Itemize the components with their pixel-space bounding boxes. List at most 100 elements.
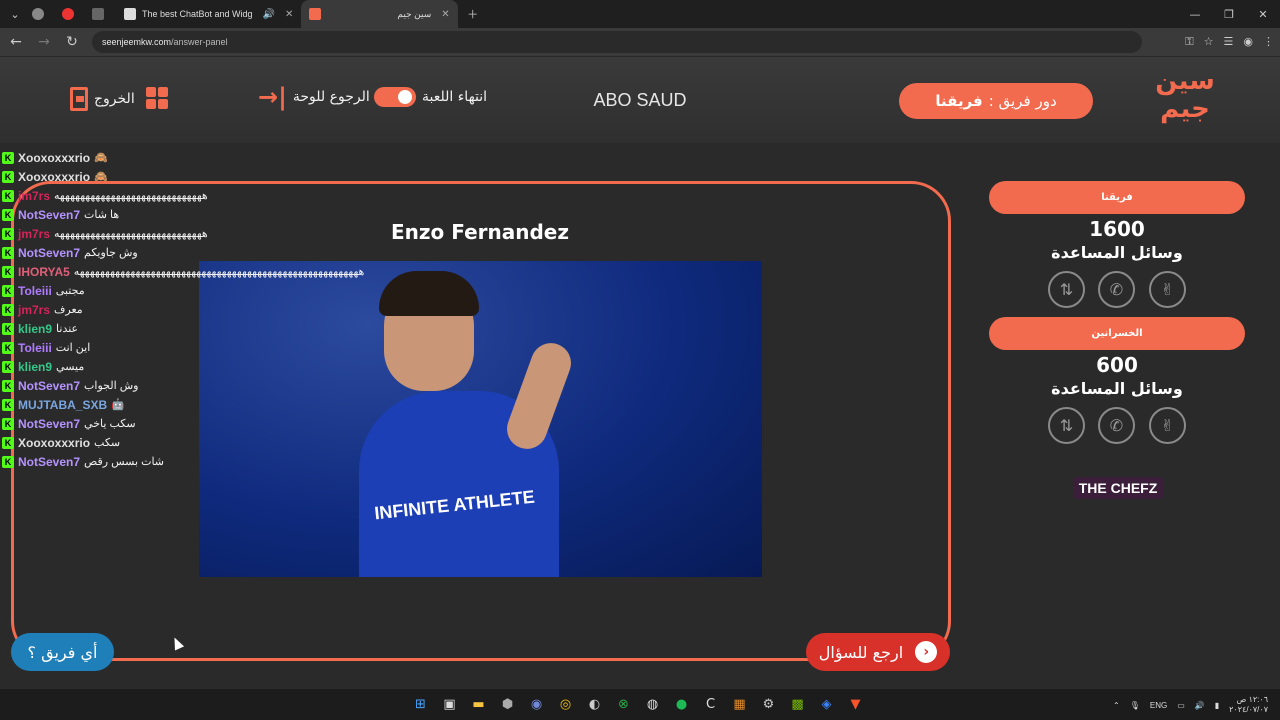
team-score: 1600 xyxy=(1089,217,1145,241)
app-icon-2[interactable]: ▦ xyxy=(727,693,752,716)
app-header: سين جيم دور فريق : فريقنا ABO SAUD انتها… xyxy=(0,57,1280,143)
chat-username: klien9 xyxy=(18,321,53,336)
chat-username: NotSeven7 xyxy=(18,378,81,393)
tray-chevron-icon[interactable]: ⌃ xyxy=(1113,701,1120,710)
chat-text: وش الجواب xyxy=(84,380,139,392)
chat-message: K Toleiii اين انت xyxy=(2,338,562,357)
file-explorer-icon[interactable]: ▬ xyxy=(466,693,491,716)
tab-seenjeem[interactable]: سين جيم ✕ xyxy=(301,0,458,28)
back-to-question-label: ارجع للسؤال xyxy=(818,642,904,662)
url-host: seenjeemkw.com xyxy=(102,37,172,47)
exit-button[interactable]: الخروج xyxy=(70,87,135,111)
media-queue-icon[interactable]: ☰ xyxy=(1224,35,1234,49)
two-answers-aid-icon[interactable]: ✌ xyxy=(1149,271,1186,308)
discord-icon[interactable]: ◉ xyxy=(524,693,549,716)
clock-date: ٢٠٢٤/٠٧/٠٧ xyxy=(1229,705,1268,714)
seenjeem-logo: سين جيم xyxy=(1155,66,1215,124)
bookmark-star-icon[interactable]: ☆ xyxy=(1204,35,1214,49)
chat-text: ها شات xyxy=(84,209,120,221)
back-to-board-button[interactable]: →| الرجوع للوحة xyxy=(258,85,370,109)
browser-tab-strip: ⌄ The best ChatBot and Widg 🔊 ✕ سين جيم … xyxy=(0,0,1280,28)
volume-icon[interactable]: 🔊 xyxy=(1195,701,1205,710)
tab-title: The best ChatBot and Widg xyxy=(142,9,253,19)
chat-text: 🙈 xyxy=(94,171,108,183)
back-to-question-button[interactable]: ارجع للسؤال › xyxy=(806,633,950,671)
speaker-icon[interactable]: 🔊 xyxy=(263,9,275,20)
menu-kebab-icon[interactable]: ⋮ xyxy=(1263,35,1274,49)
pinned-tab-2[interactable] xyxy=(56,0,86,28)
board-grid-button[interactable] xyxy=(146,87,168,109)
chat-text: شات بسس رقص xyxy=(84,456,165,468)
player-name: ABO SAUD xyxy=(593,90,687,110)
swap-aid-icon[interactable]: ⇅ xyxy=(1048,407,1085,444)
spotify-icon[interactable]: ● xyxy=(669,693,694,716)
end-game-button[interactable]: انتهاء اللعبة xyxy=(374,87,487,107)
store-icon[interactable]: ▣ xyxy=(437,693,462,716)
chat-username: MUJTABA_SXB xyxy=(18,397,108,412)
obs-icon[interactable]: ◍ xyxy=(640,693,665,716)
ccleaner-icon[interactable]: C xyxy=(698,693,723,716)
chat-username: Xooxoxxxrio xyxy=(18,150,91,165)
clock[interactable]: ١٢:٠٦ ص ٢٠٢٤/٠٧/٠٧ xyxy=(1229,695,1268,715)
url-field[interactable]: seenjeemkw.com/answer-panel xyxy=(92,31,1142,53)
two-answers-aid-icon[interactable]: ✌ xyxy=(1149,407,1186,444)
network-icon[interactable]: ▭ xyxy=(1177,701,1185,710)
steam-icon[interactable]: ◐ xyxy=(582,693,607,716)
chat-message: K NotSeven7 شات بسس رقص xyxy=(2,452,562,471)
battery-icon[interactable]: ▮ xyxy=(1215,701,1219,710)
nvidia-icon[interactable]: ▩ xyxy=(785,693,810,716)
phone-aid-icon[interactable]: ✆ xyxy=(1098,271,1135,308)
window-controls: — ❐ ✕ xyxy=(1178,0,1280,28)
chrome-icon[interactable]: ◎ xyxy=(553,693,578,716)
language-indicator[interactable]: ENG xyxy=(1150,701,1167,710)
chat-username: klien9 xyxy=(18,359,53,374)
minimize-icon[interactable]: — xyxy=(1178,0,1212,28)
profile-icon[interactable]: ◉ xyxy=(1243,35,1253,49)
phone-aid-icon[interactable]: ✆ xyxy=(1098,407,1135,444)
turn-team-name: فريقنا xyxy=(935,92,983,110)
close-tab-icon[interactable]: ✕ xyxy=(441,9,449,20)
kick-badge-icon: K xyxy=(2,360,14,373)
tab-favicon xyxy=(92,8,104,20)
chat-text: هههههههههههههههههههههههههههههه xyxy=(54,190,208,202)
pinned-tab-1[interactable] xyxy=(26,0,56,28)
kick-badge-icon: K xyxy=(2,341,14,354)
chevron-right-icon: › xyxy=(915,641,938,663)
chat-username: NotSeven7 xyxy=(18,207,81,222)
xbox-icon[interactable]: ⊗ xyxy=(611,693,636,716)
chat-message: Kklien9 عندنا xyxy=(2,319,562,338)
brave-icon[interactable]: ▼ xyxy=(843,693,868,716)
clock-time: ١٢:٠٦ ص xyxy=(1236,695,1268,704)
aids-label: وسائل المساعدة xyxy=(1051,243,1183,262)
address-bar-row: ← → ↻ seenjeemkw.com/answer-panel ⚿ ☆ ☰ … xyxy=(0,28,1280,56)
aids-label: وسائل المساعدة xyxy=(1051,379,1183,398)
chat-message: K Xooxoxxxrio 🙈 xyxy=(2,167,562,186)
tab-favicon xyxy=(124,8,136,20)
kick-badge-icon: K xyxy=(2,208,14,221)
tab-chatbot[interactable]: The best ChatBot and Widg 🔊 ✕ xyxy=(116,0,301,28)
new-tab-icon[interactable]: ＋ xyxy=(462,4,484,24)
chat-username: IHORYA5 xyxy=(18,264,70,279)
chat-username: Xooxoxxxrio xyxy=(18,435,91,450)
settings-gear-icon[interactable]: ⚙ xyxy=(756,693,781,716)
windows-start-icon[interactable]: ⊞ xyxy=(408,693,433,716)
close-tab-icon[interactable]: ✕ xyxy=(285,9,293,20)
chat-message: Kklien9 ميسي xyxy=(2,357,562,376)
chat-username: NotSeven7 xyxy=(18,245,81,260)
reload-icon[interactable]: ↻ xyxy=(60,34,84,50)
swap-aid-icon[interactable]: ⇅ xyxy=(1048,271,1085,308)
chat-username: Toleiii xyxy=(18,283,52,298)
back-arrow-icon[interactable]: ← xyxy=(4,34,28,50)
app-icon-3[interactable]: ◈ xyxy=(814,693,839,716)
password-key-icon[interactable]: ⚿ xyxy=(1185,35,1193,49)
maximize-icon[interactable]: ❐ xyxy=(1212,0,1246,28)
chat-text: هههههههههههههههههههههههههههههه xyxy=(54,228,208,240)
microphone-icon[interactable]: 🎙 xyxy=(1130,701,1140,710)
pinned-tab-3[interactable] xyxy=(86,0,116,28)
forward-arrow-icon[interactable]: → xyxy=(32,34,56,50)
chat-username: Toleiii xyxy=(18,340,52,355)
which-team-button[interactable]: أي فريق ؟ xyxy=(11,633,114,671)
tab-search-icon[interactable]: ⌄ xyxy=(4,4,26,24)
app-icon[interactable]: ⬢ xyxy=(495,693,520,716)
close-window-icon[interactable]: ✕ xyxy=(1246,0,1280,28)
